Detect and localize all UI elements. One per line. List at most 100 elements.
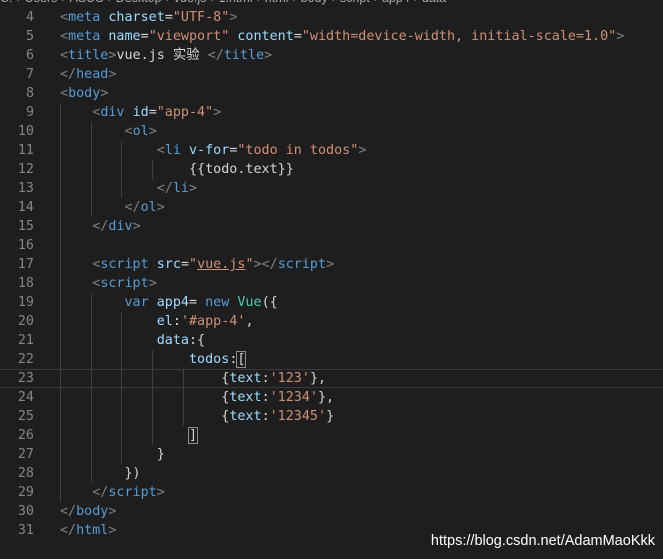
breadcrumb-item[interactable]: ASUS: [70, 0, 104, 5]
breadcrumb-separator-icon: ›: [328, 0, 340, 5]
breadcrumb-item[interactable]: vue.js: [174, 0, 207, 5]
code-text[interactable]: {text:'1234'},: [60, 388, 334, 407]
code-token: "todo in todos": [237, 143, 359, 158]
code-text[interactable]: {{todo.text}}: [60, 160, 294, 179]
code-text[interactable]: <ol>: [60, 122, 157, 141]
code-token: >: [100, 86, 109, 101]
code-line[interactable]: 18 <script>: [0, 274, 663, 293]
code-line[interactable]: 24 {text:'1234'},: [0, 388, 663, 407]
code-text[interactable]: </li>: [60, 179, 197, 198]
code-line[interactable]: 28 }): [0, 464, 663, 483]
code-line[interactable]: 5 <meta name="viewport" content="width=de…: [0, 27, 663, 46]
breadcrumb-item[interactable]: body: [301, 0, 328, 5]
breadcrumb[interactable]: C:›Users›ASUS›Desktop›vue.js›1.html›html…: [0, 0, 663, 7]
code-line[interactable]: 8 <body>: [0, 84, 663, 103]
code-line[interactable]: 22 todos:[: [0, 350, 663, 369]
code-token: text: [229, 409, 262, 424]
code-text[interactable]: }): [60, 464, 140, 483]
line-number: 20: [17, 314, 34, 329]
code-token: :{: [189, 333, 206, 348]
code-line[interactable]: 9 <div id="app-4">: [0, 103, 663, 122]
code-token: =: [180, 257, 189, 272]
code-text[interactable]: el:'#app-4',: [60, 312, 254, 331]
breadcrumb-item[interactable]: html: [265, 0, 289, 5]
code-text[interactable]: </script>: [60, 483, 165, 502]
code-text[interactable]: todos:[: [60, 350, 247, 369]
code-token: <: [60, 29, 69, 44]
code-token: body: [68, 86, 101, 101]
code-editor[interactable]: 4 <meta charset="UTF-8"> 5 <meta name="view…: [0, 8, 663, 540]
code-line[interactable]: 14 </ol>: [0, 198, 663, 217]
code-line[interactable]: 30 </body>: [0, 502, 663, 521]
code-text[interactable]: </body>: [60, 502, 116, 521]
code-line[interactable]: 4 <meta charset="UTF-8">: [0, 8, 663, 27]
code-token: ,: [245, 314, 254, 329]
breadcrumb-item[interactable]: Desktop: [116, 0, 162, 5]
code-line[interactable]: 17 <script src="vue.js"></script>: [0, 255, 663, 274]
code-token: >: [108, 523, 117, 538]
code-text[interactable]: <meta name="viewport" content="width=dev…: [60, 27, 624, 46]
code-token: >: [156, 200, 165, 215]
code-text[interactable]: var app4= new Vue({: [60, 293, 278, 312]
code-line[interactable]: 15 </div>: [0, 217, 663, 236]
code-text[interactable]: <script>: [60, 274, 157, 293]
watermark: https://blog.csdn.net/AdamMaoKkk: [430, 533, 655, 549]
breadcrumb-item[interactable]: C:: [0, 0, 13, 5]
code-token: }: [326, 409, 335, 424]
code-line[interactable]: 6 <title>vue.js 实验 </title>: [0, 46, 663, 65]
code-token: src: [156, 257, 181, 272]
code-token: todos: [189, 352, 230, 367]
code-line[interactable]: 12 {{todo.text}}: [0, 160, 663, 179]
breadcrumb-separator-icon: ›: [253, 0, 265, 5]
line-number: 5: [25, 29, 34, 44]
code-line[interactable]: 21 data:{: [0, 331, 663, 350]
code-line[interactable]: 27 }: [0, 445, 663, 464]
code-line[interactable]: 20 el:'#app-4',: [0, 312, 663, 331]
code-text[interactable]: {text:'12345'}: [60, 407, 334, 426]
code-text[interactable]: <meta charset="UTF-8">: [60, 8, 237, 27]
code-text[interactable]: {text:'123'},: [60, 369, 326, 388]
line-number: 22: [17, 352, 34, 367]
code-line[interactable]: 25 {text:'12345'}: [0, 407, 663, 426]
code-text[interactable]: <title>vue.js 实验 </title>: [60, 46, 272, 65]
code-token: el: [156, 314, 173, 329]
code-text[interactable]: ]: [60, 426, 199, 445]
code-line[interactable]: 29 </script>: [0, 483, 663, 502]
code-line[interactable]: 19 var app4= new Vue({: [0, 293, 663, 312]
breadcrumb-item[interactable]: Users: [25, 0, 58, 5]
code-text[interactable]: </div>: [60, 217, 140, 236]
breadcrumb-item[interactable]: app4: [382, 0, 410, 5]
code-text[interactable]: data:{: [60, 331, 205, 350]
code-line[interactable]: 7 </head>: [0, 65, 663, 84]
code-line[interactable]: 11 <li v-for="todo in todos">: [0, 141, 663, 160]
code-text[interactable]: <body>: [60, 84, 108, 103]
code-text[interactable]: <script src="vue.js"></script>: [60, 255, 334, 274]
breadcrumb-item[interactable]: data: [422, 0, 446, 5]
code-line[interactable]: 13 </li>: [0, 179, 663, 198]
code-line[interactable]: 23 {text:'123'},: [0, 369, 663, 388]
code-line[interactable]: 26 ]: [0, 426, 663, 445]
code-token: </: [124, 200, 141, 215]
line-number: 7: [25, 67, 34, 82]
code-token: <: [60, 10, 69, 25]
code-token: data: [156, 333, 189, 348]
code-text[interactable]: </html>: [60, 521, 116, 540]
code-text[interactable]: <div id="app-4">: [60, 103, 221, 122]
code-text[interactable]: </ol>: [60, 198, 165, 217]
code-line[interactable]: 10 <ol>: [0, 122, 663, 141]
breadcrumb-item[interactable]: 1.html: [219, 0, 253, 5]
code-text[interactable]: }: [60, 445, 165, 464]
line-number: 9: [25, 105, 34, 120]
code-token: <: [124, 124, 133, 139]
code-text[interactable]: </head>: [60, 65, 116, 84]
code-text[interactable]: <li v-for="todo in todos">: [60, 141, 367, 160]
code-line[interactable]: 16: [0, 236, 663, 255]
breadcrumb-item[interactable]: script: [340, 0, 370, 5]
code-token: meta: [68, 29, 101, 44]
code-token: ": [245, 257, 254, 272]
